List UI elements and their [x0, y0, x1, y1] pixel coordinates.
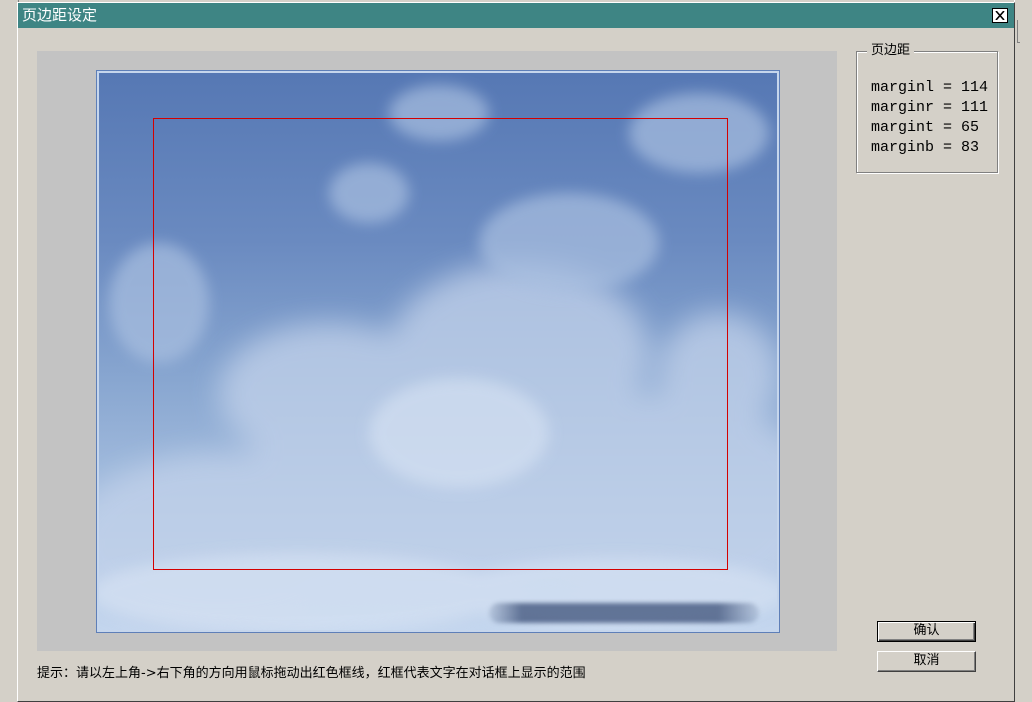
margins-groupbox: 页边距 marginl = 114 marginr = 111 margint …: [856, 43, 998, 173]
background-window-notch: [1017, 20, 1020, 43]
margin-left-value: marginl = 114: [871, 79, 989, 96]
hint-text: 提示：请以左上角->右下角的方向用鼠标拖动出红色框线，红框代表文字在对话框上显示…: [37, 666, 586, 681]
margin-bottom-value: marginb = 83: [871, 139, 980, 156]
window-title: 页边距设定: [22, 6, 98, 24]
close-button[interactable]: [992, 8, 1008, 23]
confirm-button[interactable]: 确认: [877, 621, 976, 642]
background-window-right: [1014, 0, 1032, 702]
titlebar[interactable]: 页边距设定: [18, 3, 1014, 28]
margin-rectangle[interactable]: [153, 118, 728, 570]
preview-shadow-bar: [489, 603, 759, 623]
margin-right-value: marginr = 111: [871, 99, 989, 116]
cancel-button[interactable]: 取消: [877, 651, 976, 672]
margins-groupbox-legend: 页边距: [867, 43, 915, 59]
margin-values: marginl = 114 marginr = 111 margint = 65…: [871, 78, 988, 158]
margin-top-value: margint = 65: [871, 119, 980, 136]
margin-settings-dialog: 页边距设定 页边距 marginl = 114 marginr = 111 ma…: [17, 2, 1015, 702]
close-icon: [995, 11, 1005, 20]
preview-panel: [37, 51, 837, 651]
screen: 页边距设定 页边距 marginl = 114 marginr = 111 ma…: [0, 0, 1032, 702]
preview-sky-image[interactable]: [96, 70, 780, 633]
